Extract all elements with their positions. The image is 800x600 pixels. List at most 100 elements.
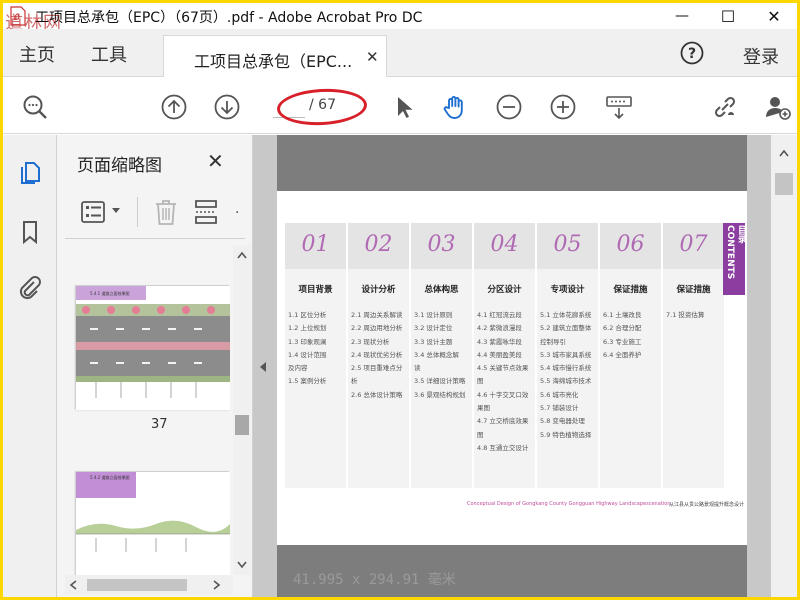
title-bar: 道林网 工项目总承包（EPC）（67页）.pdf - Adobe Acrobat…: [3, 3, 797, 34]
document-vertical-scrollbar[interactable]: [771, 135, 797, 597]
column-items: 1.1 区位分析 1.2 上位规划 1.3 印象观澜 1.4 设计范围 及内容 …: [288, 311, 327, 386]
document-view[interactable]: 01 项目背景 1.1 区位分析 1.2 上位规划 1.3 印象观澜 1.4 设计范…: [253, 135, 797, 597]
contents-label: 目录 CONTENTS: [725, 225, 746, 280]
column-heading: 保证措施: [676, 285, 711, 295]
thumbnail-page-37[interactable]: 5.4.1 道路立面效果图: [75, 285, 230, 410]
column-number: 01: [301, 232, 330, 257]
thumbnail-horizontal-scrollbar[interactable]: [65, 575, 233, 595]
column-number-band: 05: [537, 223, 598, 269]
thumbnail-caption-38: 5.4.2 道路立面效果图: [90, 474, 129, 480]
contents-column: 03 总体构思 3.1 设计原则 3.2 设计定位 3.3 设计主题 3.4 总体概…: [411, 223, 472, 488]
insert-page-icon[interactable]: [193, 197, 219, 227]
scroll-left-icon[interactable]: [69, 580, 77, 590]
pdf-page: 01 项目背景 1.1 区位分析 1.2 上位规划 1.3 印象观澜 1.4 设计范…: [277, 191, 747, 547]
column-number-band: 07: [663, 223, 724, 269]
tab-tools[interactable]: 工具: [91, 41, 127, 67]
column-items: 6.1 土壤改良 6.2 合理分配 6.3 专业施工 6.4 全面养护: [603, 311, 642, 359]
attachments-icon[interactable]: [17, 275, 43, 301]
page-thumbnails-icon[interactable]: [17, 159, 43, 185]
scroll-right-icon[interactable]: [213, 580, 221, 590]
column-heading: 总体构思: [424, 285, 459, 295]
column-number-band: 01: [285, 223, 346, 269]
column-items: 2.1 周边关系解读 2.2 周边用地分析 2.3 现状分析 2.4 现状优劣分…: [351, 311, 403, 399]
zoom-in-icon[interactable]: [549, 93, 577, 121]
tab-document[interactable]: 工项目总承包（EPC... ✕: [163, 35, 387, 77]
tab-home[interactable]: 主页: [19, 41, 55, 67]
contents-column: 05 专项设计 5.1 立体花廊系统 5.2 建筑立面整体 控制导引 5.3 城市家…: [537, 223, 598, 488]
column-number-band: 06: [600, 223, 661, 269]
zoom-out-icon[interactable]: [495, 93, 523, 121]
chevron-down-icon[interactable]: [111, 207, 121, 215]
column-heading: 设计分析: [361, 285, 396, 295]
delete-page-icon[interactable]: [153, 197, 179, 227]
more-tools-icon[interactable]: .: [235, 201, 239, 217]
page-top-band: [277, 135, 747, 191]
column-heading: 项目背景: [298, 285, 333, 295]
hand-tool-icon[interactable]: [441, 93, 469, 121]
thumbnail-list[interactable]: 5.4.1 道路立面效果图 37 5.4.2 道路立面效果图: [57, 245, 233, 575]
minimize-button[interactable]: —: [659, 3, 705, 29]
find-zoom-icon[interactable]: [21, 93, 49, 121]
keyboard-scroll-icon[interactable]: [605, 93, 633, 121]
footer-english: Conceptual Design of Gongkang County Gon…: [467, 501, 671, 507]
thumbnail-page-38[interactable]: 5.4.2 道路立面效果图: [75, 471, 230, 575]
contents-tag: 目录 CONTENTS: [723, 223, 746, 295]
page-thumbnails-panel: 页面缩略图 ✕ . 5.4.1 道路立面效果图 37 5.4.2 道路立面效果图: [57, 135, 253, 597]
share-link-icon[interactable]: [711, 93, 739, 121]
bookmarks-icon[interactable]: [17, 219, 43, 245]
horizontal-scroll-thumb[interactable]: [87, 579, 187, 591]
tab-bar: 主页 工具 工项目总承包（EPC... ✕ ? 登录: [3, 29, 797, 77]
column-items: 4.1 红冠流云段 4.2 紫微浪漫段 4.3 紫霞咏华段 4.4 美丽盈美段 …: [477, 311, 529, 452]
maximize-button[interactable]: ☐: [705, 3, 751, 29]
column-number-band: 03: [411, 223, 472, 269]
previous-page-icon[interactable]: [160, 93, 188, 121]
doc-scroll-up-icon[interactable]: [779, 149, 789, 157]
column-number: 05: [553, 232, 582, 257]
toolbar: / 67: [3, 78, 797, 134]
collapse-panel-icon[interactable]: [259, 361, 267, 373]
scroll-thumb[interactable]: [235, 415, 249, 435]
column-heading: 专项设计: [550, 285, 585, 295]
column-number: 06: [616, 232, 645, 257]
select-cursor-icon[interactable]: [389, 93, 417, 121]
scroll-up-icon[interactable]: [237, 251, 247, 259]
window-title: 工项目总承包（EPC）（67页）.pdf - Adobe Acrobat Pro…: [35, 10, 423, 26]
document-tab-label: 工项目总承包（EPC...: [194, 52, 353, 71]
column-items: 3.1 设计原则 3.2 设计定位 3.3 设计主题 3.4 总体概念解 读 3…: [414, 311, 466, 399]
close-window-button[interactable]: ✕: [751, 3, 797, 29]
thumbnail-image-38: 5.4.2 道路立面效果图: [76, 472, 230, 575]
thumbnail-page-label: 37: [151, 417, 168, 432]
toolbar-divider: [137, 197, 138, 227]
red-highlight-ellipse: [276, 86, 368, 128]
login-button[interactable]: 登录: [743, 43, 779, 69]
svg-text:?: ?: [688, 46, 696, 62]
panel-close-button[interactable]: ✕: [207, 149, 224, 173]
contents-column: 01 项目背景 1.1 区位分析 1.2 上位规划 1.3 印象观澜 1.4 设计范…: [285, 223, 346, 488]
thumbnail-caption-37: 5.4.1 道路立面效果图: [90, 290, 129, 296]
close-icon: ✕: [767, 6, 781, 26]
column-items: 5.1 立体花廊系统 5.2 建筑立面整体 控制导引 5.3 城市家具系统 5.…: [540, 311, 592, 439]
thumbnail-vertical-scrollbar[interactable]: [233, 245, 251, 575]
next-page-icon[interactable]: [213, 93, 241, 121]
acrobat-window: 道林网 工项目总承包（EPC）（67页）.pdf - Adobe Acrobat…: [3, 3, 797, 597]
page-size-overlay: 41.995 x 294.91 毫米: [293, 572, 456, 588]
column-number-band: 02: [348, 223, 409, 269]
column-number: 02: [364, 232, 393, 257]
document-tab-close-button[interactable]: ✕: [366, 48, 379, 66]
doc-scroll-thumb[interactable]: [775, 173, 793, 195]
maximize-icon: ☐: [720, 6, 736, 26]
minimize-icon: —: [675, 8, 689, 24]
column-heading: 分区设计: [487, 285, 522, 295]
column-number: 07: [679, 232, 708, 257]
panel-divider: [65, 238, 245, 239]
footer-chinese: 从江县从贯公路景观提升概念设计: [669, 502, 745, 508]
left-navigation-rail: [3, 135, 57, 597]
scroll-down-icon[interactable]: [237, 561, 247, 569]
panel-title: 页面缩略图: [77, 156, 162, 176]
thumbnail-options-icon[interactable]: [81, 201, 107, 223]
help-icon[interactable]: ?: [680, 41, 704, 65]
contents-column: 04 分区设计 4.1 红冠流云段 4.2 紫微浪漫段 4.3 紫霞咏华段 4.4 …: [474, 223, 535, 488]
column-heading: 保证措施: [613, 285, 648, 295]
thumbnail-image-37: 5.4.1 道路立面效果图: [76, 286, 230, 410]
add-user-icon[interactable]: [763, 93, 791, 121]
